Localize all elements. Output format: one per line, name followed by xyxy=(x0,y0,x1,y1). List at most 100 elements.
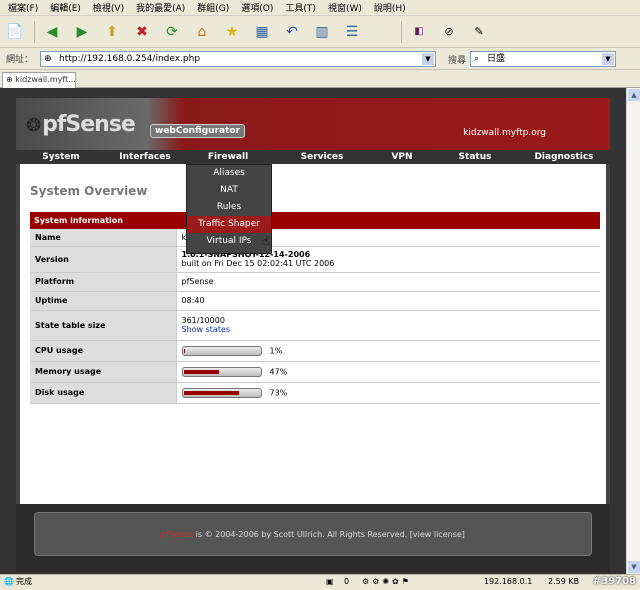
menu-options[interactable]: 選項(O) xyxy=(241,1,273,14)
menu-help[interactable]: 說明(H) xyxy=(374,1,406,14)
row-value: pfSense xyxy=(176,272,600,292)
page-header: ❂pfSense webConfigurator kidzwall.myftp.… xyxy=(16,98,610,150)
stop-icon[interactable]: ✖ xyxy=(131,21,153,43)
refresh-icon[interactable]: ⟳ xyxy=(161,21,183,43)
hostname: kidzwall.myftp.org xyxy=(463,128,546,138)
nav-status[interactable]: Status xyxy=(432,150,518,164)
undo-icon[interactable]: ↶ xyxy=(281,21,303,43)
nav-services[interactable]: Services xyxy=(272,150,372,164)
history-icon[interactable]: ▦ xyxy=(251,21,273,43)
nav-firewall[interactable]: Firewall xyxy=(184,150,272,164)
table-row: Disk usage 73% xyxy=(30,382,600,404)
menu-group[interactable]: 群組(G) xyxy=(197,1,229,14)
compass-icon[interactable]: ⊘ xyxy=(438,21,460,43)
tool-icon[interactable]: ✎ xyxy=(468,21,490,43)
search-input[interactable]: ⌕ 日盛 ▼ xyxy=(470,51,616,67)
list-icon[interactable]: ☰ xyxy=(341,21,363,43)
address-input[interactable]: ⊕ http://192.168.0.254/index.php ▼ xyxy=(40,51,436,67)
menu-tools[interactable]: 工具(T) xyxy=(285,1,316,14)
watermark: #39708 xyxy=(592,576,636,587)
dropdown-nat[interactable]: NAT xyxy=(187,182,271,199)
tiles-icon[interactable]: ▥ xyxy=(311,21,333,43)
menu-window[interactable]: 視窗(W) xyxy=(328,1,362,14)
show-states-link[interactable]: Show states xyxy=(182,325,601,334)
menu-favorites[interactable]: 我的最愛(A) xyxy=(136,1,185,14)
plugin-icon[interactable]: ◧ xyxy=(408,21,430,43)
memory-progress-fill xyxy=(183,369,220,374)
search-dropdown-icon[interactable]: ▼ xyxy=(602,53,614,65)
dropdown-aliases[interactable]: Aliases xyxy=(187,165,271,182)
table-row: Version 1.0.1-SNAPSHOT-12-14-2006 built on… xyxy=(30,246,600,273)
search-icon: ⌕ xyxy=(474,54,480,64)
favorite-star-icon[interactable]: ★ xyxy=(221,21,243,43)
back-icon[interactable]: ◀ xyxy=(41,21,63,43)
logo-icon: ❂ xyxy=(26,115,41,136)
scroll-up-icon[interactable]: ▲ xyxy=(628,89,640,101)
nav-interfaces[interactable]: Interfaces xyxy=(106,150,184,164)
row-label: CPU usage xyxy=(30,340,177,362)
forward-icon[interactable]: ▶ xyxy=(71,21,93,43)
system-info-table: System information Namekid Version1.0.1-… xyxy=(30,212,600,404)
table-row: Namekid xyxy=(30,229,600,247)
dropdown-virtual-ips[interactable]: Virtual IPs xyxy=(187,233,271,250)
status-text: 完成 xyxy=(16,577,32,586)
row-label: Version xyxy=(30,246,177,273)
main-nav: System Interfaces Firewall Services VPN … xyxy=(16,150,610,164)
disk-progress-bar xyxy=(181,387,262,398)
address-bar: 網址： ⊕ http://192.168.0.254/index.php ▼ 搜… xyxy=(0,48,640,70)
memory-value: 47% xyxy=(269,367,288,376)
disk-value: 73% xyxy=(269,388,288,397)
browser-viewport: ❂ pfSense webConfigurator kidzwall.myftp.… xyxy=(0,88,626,574)
status-done-icon: 🌐 xyxy=(4,577,14,586)
page-icon: ⊕ xyxy=(44,54,52,64)
search-value: 日盛 xyxy=(487,54,506,64)
cpu-value: 1% xyxy=(269,346,283,355)
table-row: Uptime 08:40 xyxy=(30,291,600,311)
hand-cursor-icon: ☝ xyxy=(262,234,270,248)
menu-bar: 檔案(F) 編輯(E) 檢視(V) 我的最愛(A) 群組(G) 選項(O) 工具… xyxy=(0,0,640,16)
status-shield-icon: ▣ xyxy=(326,577,334,586)
nav-system[interactable]: System xyxy=(16,150,106,164)
menu-file[interactable]: 檔案(F) xyxy=(8,1,38,14)
section-header: System information xyxy=(30,212,600,229)
address-dropdown-icon[interactable]: ▼ xyxy=(422,53,434,65)
dropdown-traffic-shaper[interactable]: Traffic Shaper xyxy=(187,216,271,233)
footer-text: is © 2004-2006 by Scott Ullrich. All Rig… xyxy=(193,530,465,539)
table-row: Platform pfSense xyxy=(30,272,600,292)
row-value: 08:40 xyxy=(176,291,600,311)
page-title: System Overview xyxy=(30,184,148,198)
home-icon[interactable]: ⌂ xyxy=(191,21,213,43)
up-icon[interactable]: ⬆ xyxy=(101,21,123,43)
dropdown-rules[interactable]: Rules xyxy=(187,199,271,216)
row-label: Name xyxy=(30,229,177,247)
toolbar-separator xyxy=(34,20,35,43)
menu-view[interactable]: 檢視(V) xyxy=(93,1,124,14)
toolbar: 📄 ◀ ▶ ⬆ ✖ ⟳ ⌂ ★ ▦ ↶ ▥ ☰ ◧ ⊘ ✎ xyxy=(0,16,640,48)
memory-progress-bar xyxy=(181,366,262,377)
footer-brand-link[interactable]: pfSense xyxy=(161,530,193,539)
nav-vpn[interactable]: VPN xyxy=(372,150,432,164)
menu-edit[interactable]: 編輯(E) xyxy=(50,1,81,14)
status-size: 2.59 KB xyxy=(548,577,580,586)
row-label: Disk usage xyxy=(30,382,177,404)
row-label: Uptime xyxy=(30,291,177,311)
toolbar-separator xyxy=(401,20,402,43)
row-label: State table size xyxy=(30,310,177,341)
footer-box: pfSense is © 2004-2006 by Scott Ullrich.… xyxy=(34,512,592,556)
nav-diagnostics[interactable]: Diagnostics xyxy=(518,150,610,164)
vertical-scrollbar[interactable]: ▲ ▼ xyxy=(626,88,640,574)
address-label: 網址： xyxy=(6,55,34,65)
new-page-icon[interactable]: 📄 xyxy=(4,21,26,43)
page-footer: pfSense is © 2004-2006 by Scott Ullrich.… xyxy=(16,504,610,572)
cpu-progress-fill xyxy=(183,348,185,353)
version-built: built on Fri Dec 15 02:02:41 UTC 2006 xyxy=(181,259,335,268)
browser-tab[interactable]: ⊕ kidzwall.myft... xyxy=(2,72,76,88)
scroll-down-icon[interactable]: ▼ xyxy=(628,561,640,573)
main-content: System Overview System information Namek… xyxy=(16,164,610,504)
search-label: 搜尋 xyxy=(448,56,467,66)
webconfigurator-badge: webConfigurator xyxy=(150,124,246,138)
table-row: Memory usage 47% xyxy=(30,361,600,383)
tab-label: kidzwall.myft... xyxy=(15,75,76,84)
tab-favicon-icon: ⊕ xyxy=(6,75,16,84)
row-label: Platform xyxy=(30,272,177,292)
